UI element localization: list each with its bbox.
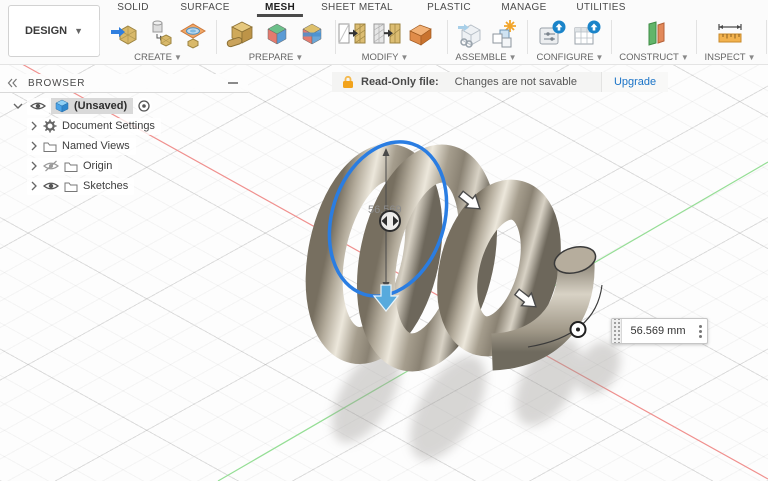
upgrade-link[interactable]: Upgrade xyxy=(601,72,669,92)
workspace-label: DESIGN xyxy=(24,25,68,37)
tree-item-label: Document Settings xyxy=(62,120,155,132)
erase-fill-icon[interactable] xyxy=(407,19,433,49)
group-label-construct[interactable]: CONSTRUCT xyxy=(619,52,679,63)
tree-item-label: Origin xyxy=(83,160,113,172)
minimize-icon[interactable] xyxy=(228,82,238,84)
new-component-icon[interactable] xyxy=(456,19,484,49)
toolbar-group-construct: CONSTRUCT ▼ xyxy=(617,17,691,63)
chevron-down-icon: ▼ xyxy=(508,53,517,62)
drag-grip-handle[interactable] xyxy=(612,319,622,343)
browser-tree: (Unsaved) Document Settings Named Views … xyxy=(0,96,248,196)
toolbar-group-modify: MODIFY ▼ xyxy=(337,17,433,63)
lock-icon xyxy=(342,75,354,89)
browser-item-sketches[interactable]: Sketches xyxy=(27,176,248,196)
folder-icon xyxy=(64,162,78,172)
gear-icon xyxy=(43,119,57,133)
tab-utilities[interactable]: UTILITIES xyxy=(576,2,625,13)
browser-panel: BROWSER (Unsaved) Document Settings Name… xyxy=(0,74,248,196)
chevron-down-icon: ▼ xyxy=(400,53,409,62)
chevron-down-icon: ▼ xyxy=(595,53,604,62)
construction-plane-icon[interactable] xyxy=(640,19,668,49)
visibility-off-icon[interactable] xyxy=(43,160,59,172)
chevron-down-icon: ▼ xyxy=(747,53,756,62)
browser-item-document-settings[interactable]: Document Settings xyxy=(27,116,248,136)
group-label-inspect[interactable]: INSPECT xyxy=(704,52,745,63)
toolbar: DESIGN ▼ SOLID SURFACE MESH SHEET METAL … xyxy=(0,0,768,65)
toolbar-separator xyxy=(696,20,697,54)
group-label-prepare[interactable]: PREPARE xyxy=(249,52,294,63)
chevron-down-icon: ▼ xyxy=(295,53,304,62)
visibility-eye-icon[interactable] xyxy=(27,97,49,115)
chevron-right-icon[interactable] xyxy=(30,121,38,131)
toolbar-separator xyxy=(335,20,336,54)
toolbar-group-inspect: INSPECT ▼ xyxy=(699,17,761,63)
group-label-modify[interactable]: MODIFY xyxy=(362,52,399,63)
browser-title: BROWSER xyxy=(28,77,86,89)
group-label-configure[interactable]: CONFIGURE xyxy=(537,52,594,63)
toolbar-separator xyxy=(611,20,612,54)
tree-item-label: Sketches xyxy=(83,180,129,192)
visibility-eye-icon[interactable] xyxy=(43,180,59,192)
measure-icon[interactable] xyxy=(716,19,744,49)
configure-features-icon[interactable] xyxy=(538,19,568,49)
configuration-table-icon[interactable] xyxy=(573,19,603,49)
dimension-value-input[interactable]: 56.569 mm xyxy=(622,319,694,343)
remesh-icon[interactable] xyxy=(337,19,367,49)
browser-item-named-views[interactable]: Named Views xyxy=(27,136,248,156)
insert-mesh-icon[interactable] xyxy=(110,19,140,49)
workspace-switcher-button[interactable]: DESIGN ▼ xyxy=(8,5,100,57)
tab-mesh[interactable]: MESH xyxy=(265,2,295,13)
face-groups-paint-icon[interactable] xyxy=(297,19,327,49)
toolbar-group-create: CREATE ▼ xyxy=(106,17,210,63)
chevron-right-icon[interactable] xyxy=(30,181,38,191)
document-name-label: (Unsaved) xyxy=(74,100,128,112)
toolbar-group-prepare: PREPARE ▼ xyxy=(224,17,328,63)
activate-component-radio[interactable] xyxy=(136,98,153,114)
chevron-down-icon: ▼ xyxy=(680,53,689,62)
tab-plastic[interactable]: PLASTIC xyxy=(427,2,471,13)
chevron-right-icon[interactable] xyxy=(30,161,38,171)
components-from-bodies-icon[interactable] xyxy=(489,19,517,49)
tab-surface[interactable]: SURFACE xyxy=(180,2,229,13)
browser-item-unsaved[interactable]: (Unsaved) xyxy=(13,96,248,116)
group-label-assemble[interactable]: ASSEMBLE xyxy=(455,52,506,63)
kebab-menu-icon[interactable] xyxy=(694,319,707,343)
tab-solid[interactable]: SOLID xyxy=(117,2,149,13)
toolbar-separator xyxy=(766,20,767,54)
read-only-banner: Read-Only file: Changes are not savable … xyxy=(332,72,669,92)
toolbar-separator xyxy=(527,20,528,54)
repair-mesh-icon[interactable] xyxy=(225,19,257,49)
chevron-down-icon: ▼ xyxy=(173,53,182,62)
toolbar-separator xyxy=(216,20,217,54)
toolbar-group-configure: CONFIGURE ▼ xyxy=(535,17,605,63)
chevron-right-icon[interactable] xyxy=(30,141,38,151)
group-label-create[interactable]: CREATE xyxy=(134,52,172,63)
chevron-down-icon[interactable] xyxy=(13,101,23,111)
toolbar-group-assemble: ASSEMBLE ▼ xyxy=(452,17,520,63)
reduce-mesh-icon[interactable] xyxy=(372,19,402,49)
convert-to-mesh-icon[interactable] xyxy=(145,19,173,49)
chevron-down-icon: ▼ xyxy=(74,26,84,36)
folder-icon xyxy=(43,142,57,152)
read-only-message: Changes are not savable xyxy=(454,76,577,88)
toolbar-separator xyxy=(447,20,448,54)
fusion-app-window: 56.569 DESIGN ▼ SOLID SURFACE MESH SHEET… xyxy=(0,0,768,481)
browser-item-origin[interactable]: Origin xyxy=(27,156,248,176)
tab-sheet-metal[interactable]: SHEET METAL xyxy=(321,2,393,13)
read-only-title: Read-Only file: xyxy=(361,76,439,88)
face-groups-icon[interactable] xyxy=(262,19,292,49)
tab-manage[interactable]: MANAGE xyxy=(501,2,546,13)
component-cube-icon xyxy=(55,99,69,113)
folder-icon xyxy=(64,182,78,192)
browser-header: BROWSER xyxy=(0,74,248,93)
toolbar-separator xyxy=(99,20,100,54)
dimension-input-box: 56.569 mm xyxy=(611,318,708,344)
mesh-section-sketch-icon[interactable] xyxy=(178,19,206,49)
tree-item-label: Named Views xyxy=(62,140,130,152)
collapse-panel-icon[interactable] xyxy=(7,78,18,88)
